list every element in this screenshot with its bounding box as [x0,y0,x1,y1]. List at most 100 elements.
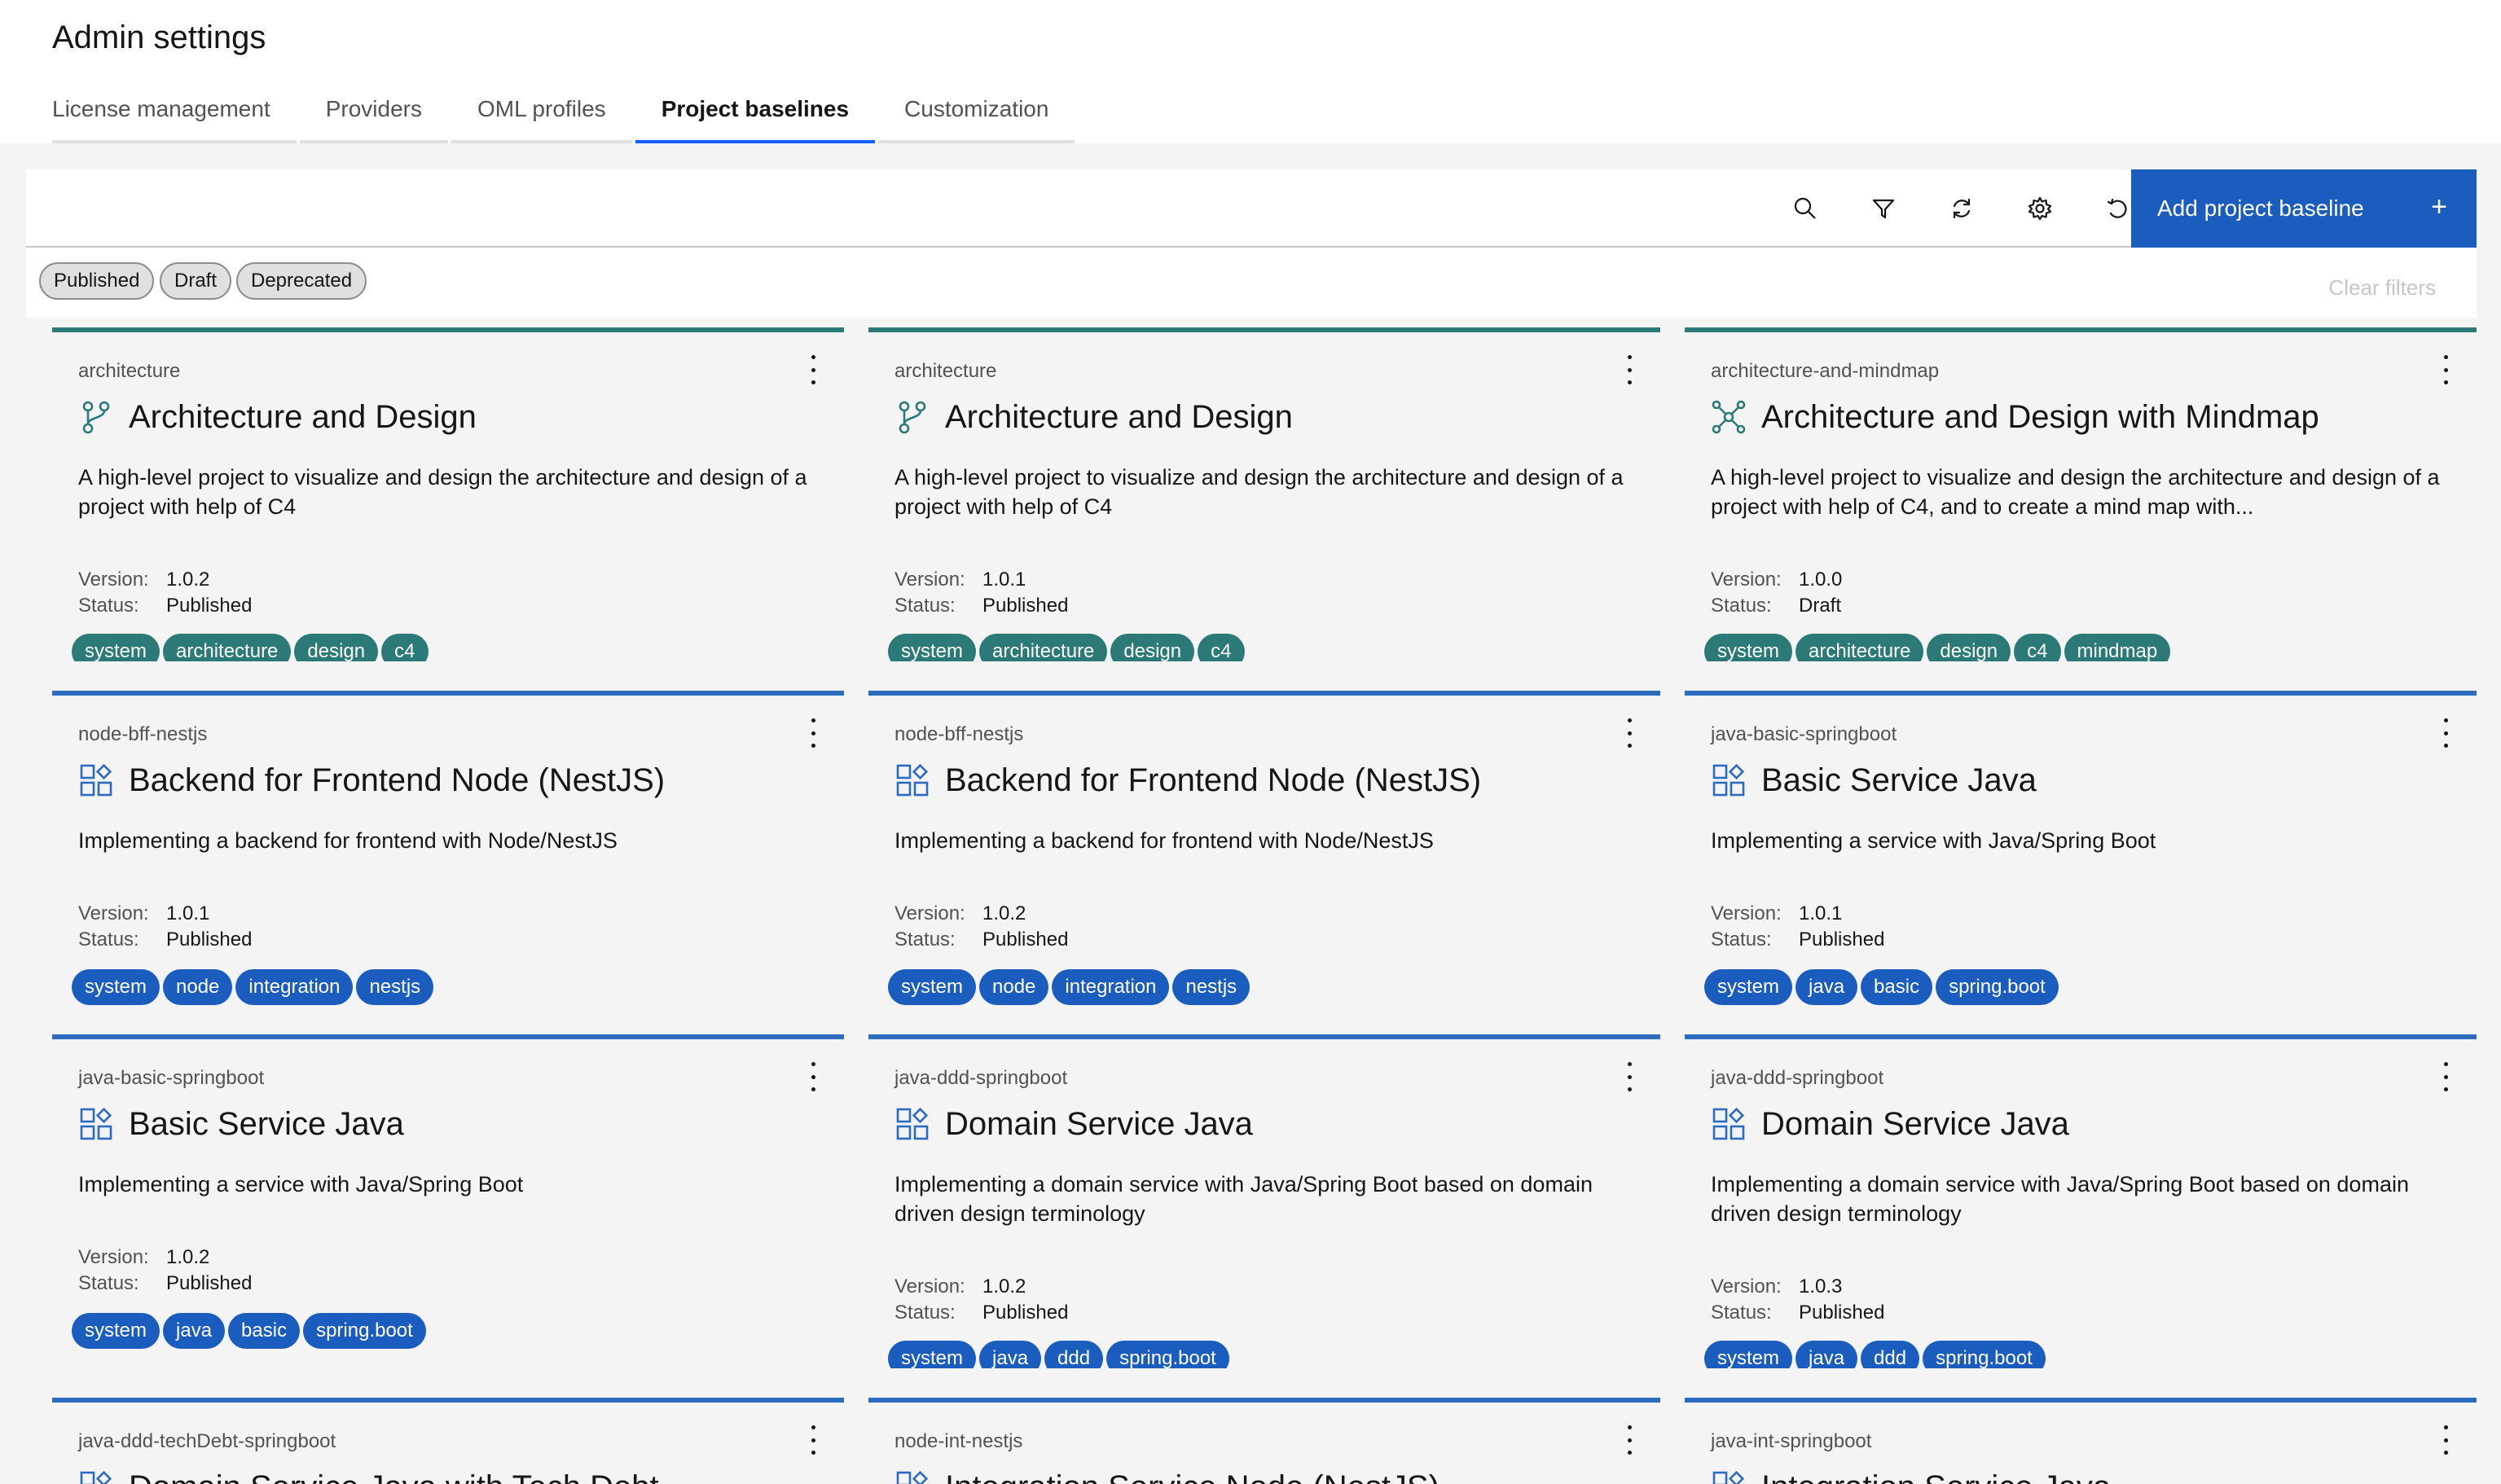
project-baseline-card[interactable]: java-basic-springboot Basic Service Java I… [52,1034,844,1368]
tag[interactable]: java [979,1341,1042,1368]
tag[interactable]: mindmap [2064,634,2171,661]
card-status: Status: Published [78,929,253,951]
project-baseline-card[interactable]: node-bff-nestjs Backend for Frontend Node… [868,691,1660,1012]
tag[interactable]: system [1704,969,1793,1005]
branch-icon [894,399,945,435]
project-baseline-card[interactable]: architecture Architecture and Design A hig… [52,327,844,661]
tab-providers[interactable]: Providers [299,91,448,143]
overflow-menu-icon[interactable] [1621,1062,1637,1091]
filter-chip-draft[interactable]: Draft [160,262,232,300]
card-status: Status: Draft [1711,595,1842,617]
search-icon[interactable] [1766,169,1844,248]
card-slot: java-ddd-springboot Domain Service Java Im… [1685,1034,2477,1368]
card-slot: architecture Architecture and Design A hig… [52,327,844,661]
tag[interactable]: architecture [1796,634,1924,661]
card-title-row: Architecture and Design with Mindmap [1711,394,2319,440]
tag[interactable]: nestjs [356,969,434,1005]
clear-filters-button[interactable]: Clear filters [2329,275,2436,301]
overflow-menu-icon[interactable] [2437,1425,2454,1455]
tag[interactable]: system [888,969,977,1005]
tag[interactable]: design [1110,634,1195,661]
card-title: Architecture and Design with Mindmap [1761,398,2319,435]
overflow-menu-icon[interactable] [2437,718,2454,748]
card-tags: system java ddd spring.boot [1704,1341,2049,1368]
project-baseline-card[interactable]: java-ddd-techDebt-springboot Domain Servi… [52,1398,844,1484]
tab-customization[interactable]: Customization [878,91,1075,143]
tag[interactable]: integration [1052,969,1170,1005]
filter-row: Published Draft Deprecated Clear filters [26,248,2477,318]
tag[interactable]: system [72,1313,160,1349]
card-id: architecture-and-mindmap [1711,360,1940,382]
tag[interactable]: system [888,1341,977,1368]
filter-chip-deprecated[interactable]: Deprecated [236,262,367,300]
card-tags: system node integration nestjs [888,969,1253,1005]
card-title-row: Integration Service Node (NestJS) [894,1464,1440,1484]
tab-oml-profiles[interactable]: OML profiles [451,91,632,143]
tag[interactable]: node [163,969,233,1005]
settings-icon[interactable] [2001,169,2079,248]
project-baseline-card[interactable]: java-ddd-springboot Domain Service Java Im… [1685,1034,2477,1368]
overflow-menu-icon[interactable] [2437,355,2454,384]
tag[interactable]: java [163,1313,226,1349]
tag[interactable]: spring.boot [1106,1341,1229,1368]
card-title: Basic Service Java [129,1105,404,1142]
card-slot: java-ddd-springboot Domain Service Java Im… [868,1034,1660,1368]
tag[interactable]: system [1704,634,1793,661]
overflow-menu-icon[interactable] [2437,1062,2454,1091]
card-title-row: Architecture and Design [78,394,477,440]
tag[interactable]: node [979,969,1049,1005]
overflow-menu-icon[interactable] [1621,355,1637,384]
tag[interactable]: system [72,969,160,1005]
card-status: Status: Published [1711,1302,1885,1324]
card-slot: java-int-springboot Integration Service J… [1685,1398,2477,1484]
tag[interactable]: integration [235,969,354,1005]
toolbar: Add project baseline + [26,169,2477,248]
tag[interactable]: c4 [1198,634,1245,661]
overflow-menu-icon[interactable] [805,1425,821,1455]
tag[interactable]: nestjs [1172,969,1250,1005]
tag[interactable]: architecture [979,634,1108,661]
tag[interactable]: system [888,634,977,661]
tag[interactable]: spring.boot [1936,969,2059,1005]
project-baseline-card[interactable]: java-int-springboot Integration Service J… [1685,1398,2477,1484]
tag[interactable]: java [1796,1341,1858,1368]
tag[interactable]: spring.boot [303,1313,426,1349]
blocks-icon [894,762,945,798]
filter-chip-published[interactable]: Published [39,262,155,300]
project-baseline-card[interactable]: java-basic-springboot Basic Service Java I… [1685,691,2477,1012]
overflow-menu-icon[interactable] [805,355,821,384]
card-title: Architecture and Design [129,398,477,435]
card-slot: java-ddd-techDebt-springboot Domain Servi… [52,1398,844,1484]
tag[interactable]: c4 [2014,634,2061,661]
tag[interactable]: java [1796,969,1858,1005]
overflow-menu-icon[interactable] [1621,718,1637,748]
tag[interactable]: system [1704,1341,1793,1368]
plus-icon: + [2431,191,2447,222]
blocks-icon [894,1106,945,1142]
add-project-baseline-button[interactable]: Add project baseline + [2131,169,2477,248]
project-baseline-card[interactable]: node-bff-nestjs Backend for Frontend Node… [52,691,844,1012]
overflow-menu-icon[interactable] [805,1062,821,1091]
tab-license-management[interactable]: License management [52,91,297,143]
project-baseline-card[interactable]: architecture-and-mindmap Architecture and… [1685,327,2477,661]
page-title: Admin settings [52,20,266,55]
filter-icon[interactable] [1844,169,1923,248]
tag[interactable]: design [1927,634,2011,661]
overflow-menu-icon[interactable] [805,718,821,748]
project-baseline-card[interactable]: node-int-nestjs Integration Service Node … [868,1398,1660,1484]
tag[interactable]: c4 [381,634,429,661]
tag[interactable]: basic [1861,969,1933,1005]
project-baseline-card[interactable]: architecture Architecture and Design A hig… [868,327,1660,661]
overflow-menu-icon[interactable] [1621,1425,1637,1455]
project-baseline-card[interactable]: java-ddd-springboot Domain Service Java Im… [868,1034,1660,1368]
tag[interactable]: architecture [163,634,292,661]
refresh-icon[interactable] [1923,169,2001,248]
tag[interactable]: spring.boot [1923,1341,2046,1368]
card-status: Status: Published [78,595,253,617]
tag[interactable]: design [294,634,379,661]
tag[interactable]: ddd [1861,1341,1920,1368]
tab-project-baselines[interactable]: Project baselines [635,91,876,143]
tag[interactable]: system [72,634,160,661]
tag[interactable]: ddd [1044,1341,1104,1368]
tag[interactable]: basic [228,1313,301,1349]
